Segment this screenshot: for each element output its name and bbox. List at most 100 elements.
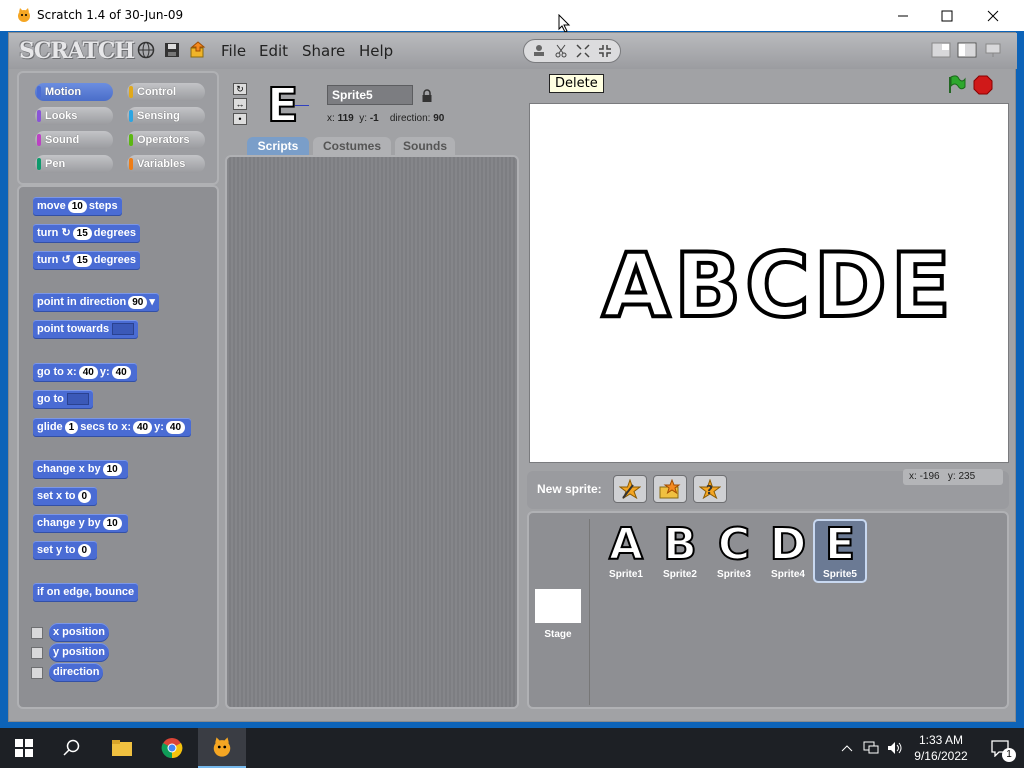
start-button[interactable] [0,728,48,768]
tab-scripts[interactable]: Scripts [247,137,309,155]
rotate-style-icon[interactable]: ↻ [233,83,247,95]
block-bounce[interactable]: if on edge, bounce [33,583,139,602]
stop-sign-icon[interactable] [973,75,993,95]
scratch-cat-icon [18,8,30,22]
sprite-thumb-1[interactable]: A Sprite1 [601,520,651,583]
sprite-coordinates: x: 119 y: -1 direction: 90 [327,113,445,124]
presentation-mode-icon[interactable] [983,42,1003,58]
network-tray[interactable] [860,728,882,768]
block-turn-counterclockwise[interactable]: turn ↺ 15 degrees [33,251,140,270]
menu-share[interactable]: Share [302,42,345,60]
sprite-thumbnail: E [266,78,299,132]
delete-scissors-icon[interactable] [554,44,568,58]
clock[interactable]: 1:33 AM 9/16/2022 [908,728,974,768]
dropdown-arrow-icon: ▾ [149,296,155,308]
random-sprite-button[interactable]: ? [693,475,727,503]
rotate-cw-icon: ↻ [61,227,71,239]
tab-sounds[interactable]: Sounds [395,137,455,155]
block-turn-clockwise[interactable]: turn ↻ 15 degrees [33,224,140,243]
category-operators[interactable]: Operators [127,131,205,149]
no-rotate-icon[interactable]: • [233,113,247,125]
category-sensing[interactable]: Sensing [127,107,205,125]
show-hidden-icons[interactable] [838,728,856,768]
block-categories: Motion Control Looks Sensing Sound Opera… [17,71,219,185]
sprite-name-field[interactable]: Sprite5 [327,85,413,105]
dropdown-menu[interactable] [66,393,89,406]
y-position-checkbox[interactable] [31,647,43,659]
category-control[interactable]: Control [127,83,205,101]
reporter-direction[interactable]: direction [49,663,104,682]
block-glide[interactable]: glide 1 secs to x: 40 y: 40 [33,418,192,437]
svg-text:?: ? [706,483,713,497]
share-upload-icon[interactable] [189,41,207,59]
sprite-thumb-2[interactable]: B Sprite2 [655,520,705,583]
paint-new-sprite-button[interactable] [613,475,647,503]
lock-icon[interactable] [421,89,433,103]
reporter-y-position[interactable]: y position [49,643,109,662]
sprite-thumb-3[interactable]: C Sprite3 [709,520,759,583]
stage-thumbnail[interactable] [535,589,581,623]
green-flag-icon[interactable] [947,75,967,95]
block-change-x[interactable]: change x by 10 [33,460,128,479]
scratch-taskbar-button[interactable] [198,728,246,768]
block-point-towards[interactable]: point towards [33,320,139,339]
speaker-icon [888,742,902,754]
clock-time: 1:33 AM [918,733,964,747]
choose-sprite-file-button[interactable] [653,475,687,503]
x-position-checkbox[interactable] [31,627,43,639]
shrink-icon[interactable] [598,44,612,58]
category-sound[interactable]: Sound [35,131,113,149]
minimize-button[interactable] [880,0,926,31]
sprite-thumb-4[interactable]: D Sprite4 [763,520,813,583]
network-icon [863,741,879,754]
menu-edit[interactable]: Edit [259,42,288,60]
mouse-cursor-icon [558,14,571,33]
maximize-button[interactable] [924,0,970,31]
title-bar: Scratch 1.4 of 30-Jun-09 [0,0,1024,33]
stage-toolbar: Delete [527,71,1009,99]
close-button[interactable] [970,0,1016,31]
blocks-palette: move 10 steps turn ↻ 15 degrees turn ↺ 15 degr… [17,185,219,709]
block-point-in-direction[interactable]: point in direction 90 ▾ [33,293,159,312]
volume-tray[interactable] [884,728,906,768]
block-move-steps[interactable]: move 10 steps [33,197,122,216]
block-go-to[interactable]: go to [33,390,93,409]
menu-file[interactable]: File [221,42,246,60]
rotate-ccw-icon: ↺ [61,254,71,266]
block-go-to-xy[interactable]: go to x: 40 y: 40 [33,363,137,382]
direction-checkbox[interactable] [31,667,43,679]
small-stage-icon[interactable] [931,42,951,58]
grow-icon[interactable] [576,44,590,58]
paint-brush-star-icon [619,479,641,499]
normal-stage-icon[interactable] [957,42,977,58]
question-star-icon: ? [699,479,721,499]
clock-date: 9/16/2022 [914,749,968,763]
category-motion[interactable]: Motion [35,83,113,101]
scratch-cat-icon [213,737,231,757]
category-looks[interactable]: Looks [35,107,113,125]
tab-costumes[interactable]: Costumes [313,137,391,155]
duplicate-stamp-icon[interactable] [532,44,546,58]
chevron-up-icon [841,745,853,752]
reporter-x-position[interactable]: x position [49,623,109,642]
category-variables[interactable]: Variables [127,155,205,173]
search-button[interactable] [48,728,96,768]
category-pen[interactable]: Pen [35,155,113,173]
block-set-y[interactable]: set y to 0 [33,541,98,560]
mouse-coordinates: x: -196 y: 235 [903,469,1003,485]
flip-style-icon[interactable]: ↔ [233,98,247,110]
scratch-logo: SCRATCH [19,38,135,64]
scripts-area[interactable] [225,155,519,709]
menu-help[interactable]: Help [359,42,393,60]
dropdown-menu[interactable] [112,323,135,336]
notifications-button[interactable]: 1 [980,728,1020,768]
sprite-thumb-5[interactable]: E Sprite5 [813,519,867,583]
stage[interactable]: ABCDE [529,103,1009,463]
globe-language-icon[interactable] [137,41,155,59]
file-explorer-button[interactable] [98,728,146,768]
block-set-x[interactable]: set x to 0 [33,487,98,506]
chrome-button[interactable] [148,728,196,768]
save-disk-icon[interactable] [163,41,181,59]
block-change-y[interactable]: change y by 10 [33,514,128,533]
stage-letters[interactable]: ABCDE [600,238,955,334]
